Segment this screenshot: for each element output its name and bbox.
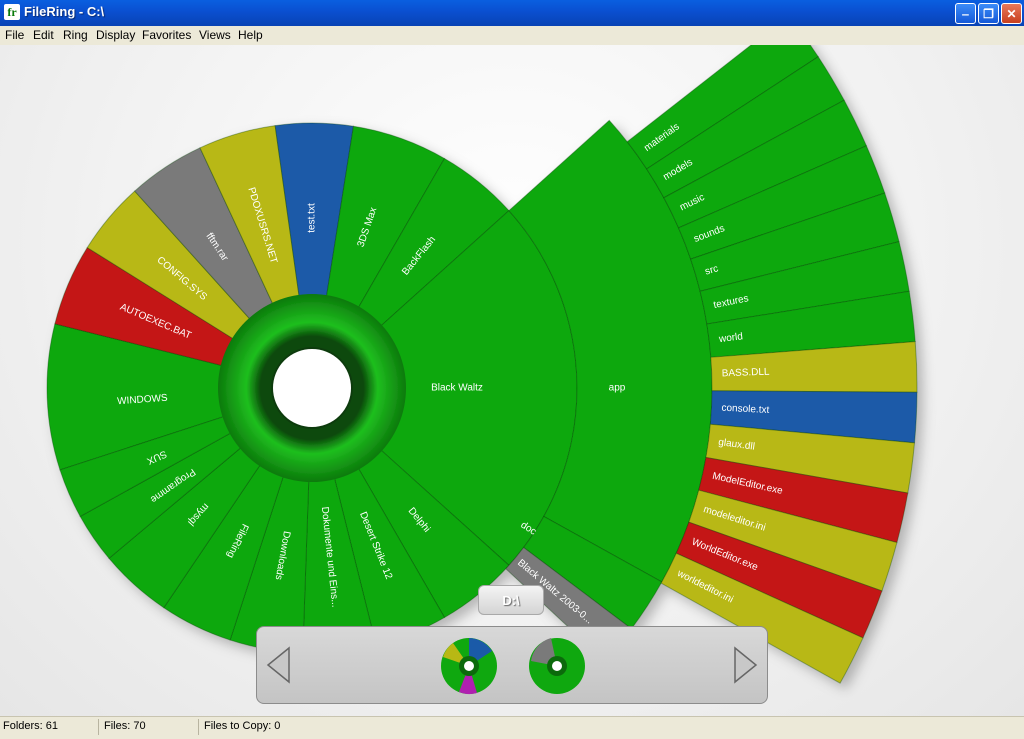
ring-item-label: app <box>609 383 626 394</box>
ring-navigator <box>256 626 768 704</box>
drive-label[interactable]: D:\ <box>478 585 544 615</box>
ring-hub-hole <box>271 347 353 429</box>
folders-count: Folders: 61 <box>3 720 59 732</box>
minimize-button[interactable]: ‒ <box>955 3 976 24</box>
files-count: Files: 70 <box>104 720 146 732</box>
window-title: FileRing - C:\ <box>24 4 105 19</box>
status-bar: Folders: 61 Files: 70 Files to Copy: 0 <box>0 716 1024 739</box>
app-icon: fr <box>4 4 20 20</box>
history-thumbnail-2[interactable] <box>525 635 589 697</box>
menu-bar: File Edit Ring Display Favorites Views H… <box>0 26 1024 46</box>
menu-display[interactable]: Display <box>96 28 135 42</box>
menu-help[interactable]: Help <box>238 28 263 42</box>
history-thumbnail-1[interactable] <box>437 635 501 697</box>
status-divider <box>198 719 199 735</box>
menu-edit[interactable]: Edit <box>33 28 54 42</box>
title-bar[interactable]: fr FileRing - C:\ ‒ ❐ ✕ <box>0 0 1024 26</box>
ring-item-label: Black Waltz <box>431 383 483 394</box>
status-divider <box>98 719 99 735</box>
menu-views[interactable]: Views <box>199 28 231 42</box>
menu-file[interactable]: File <box>5 28 24 42</box>
ring-item-label: test.txt <box>307 203 318 233</box>
menu-ring[interactable]: Ring <box>63 28 88 42</box>
forward-arrow-icon[interactable] <box>731 645 761 685</box>
menu-favorites[interactable]: Favorites <box>142 28 191 42</box>
files-to-copy: Files to Copy: 0 <box>204 720 281 732</box>
ring-item-label: BASS.DLL <box>722 367 771 380</box>
close-button[interactable]: ✕ <box>1001 3 1022 24</box>
ring-item-label: console.txt <box>721 403 770 416</box>
maximize-button[interactable]: ❐ <box>978 3 999 24</box>
back-arrow-icon[interactable] <box>263 645 293 685</box>
